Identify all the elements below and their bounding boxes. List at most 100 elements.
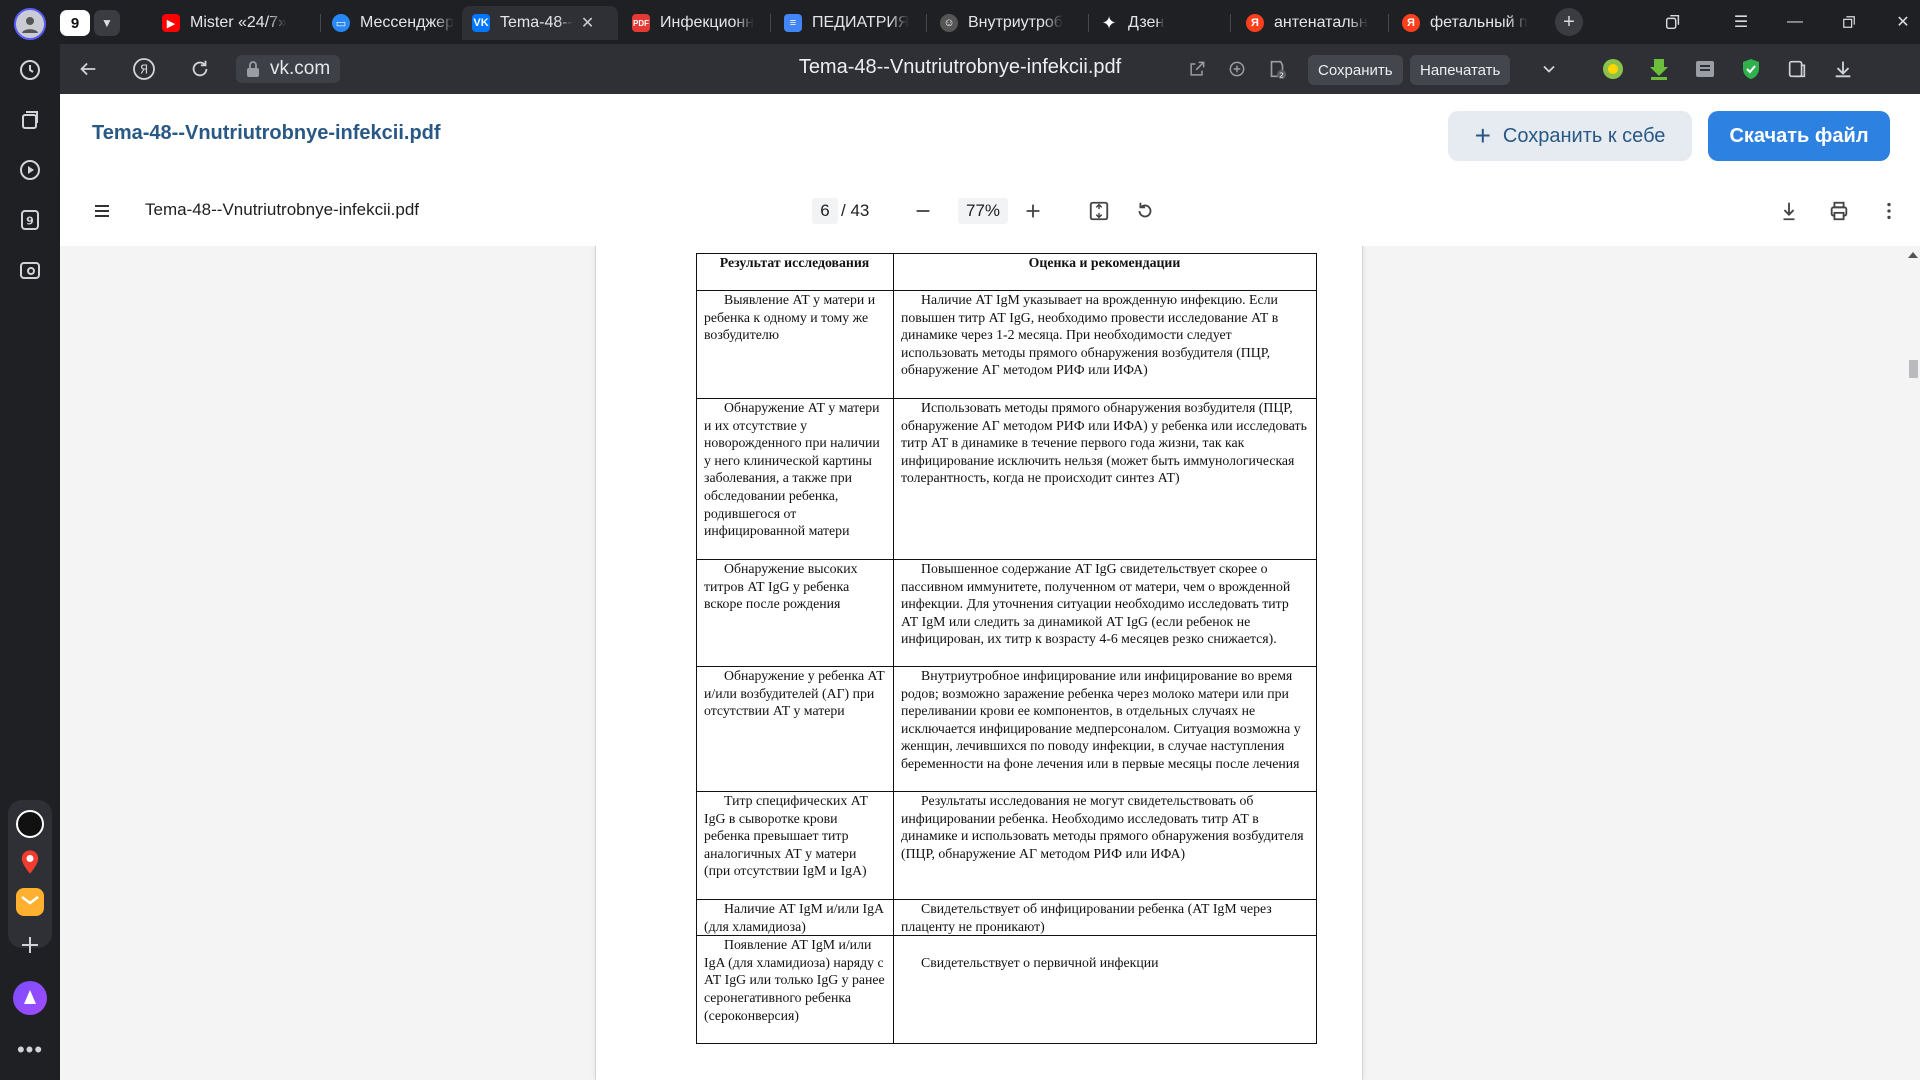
reader-mode-icon[interactable] — [1784, 56, 1810, 82]
result-cell: Обнаружение у ребенка АТ и/или возбудите… — [696, 666, 894, 792]
url-field[interactable]: vk.com — [236, 55, 341, 83]
table-row: Появление АТ IgM и/или IgA (для хламидио… — [696, 935, 1317, 1045]
table-row: Обнаружение АТ у матери и их отсутствие … — [696, 398, 1317, 560]
tab-divider — [926, 14, 927, 32]
site-icon: ☺ — [940, 14, 958, 32]
address-bar: Я vk.com Tema-48--Vnutriutrobnye-infekci… — [60, 44, 1920, 94]
reload-icon[interactable] — [184, 53, 216, 85]
zoom-level-input[interactable]: 77% — [958, 198, 1008, 224]
mail-icon[interactable] — [16, 888, 44, 916]
url-domain: vk.com — [270, 58, 331, 79]
table-row: Обнаружение у ребенка АТ и/или возбудите… — [696, 666, 1317, 792]
result-cell: Появление АТ IgM и/или IgA (для хламидио… — [696, 935, 894, 1045]
recommendation-cell: Повышенное содержание АТ IgG свидетельст… — [893, 559, 1317, 667]
maps-pin-icon[interactable] — [16, 848, 44, 876]
print-page-button[interactable]: Напечатать — [1410, 55, 1511, 85]
chevron-down-icon[interactable] — [1536, 56, 1562, 82]
print-icon[interactable] — [1826, 198, 1852, 224]
pdf-icon: PDF — [632, 14, 650, 32]
table-row: Титр специфических АТ IgG в сыворотке кр… — [696, 791, 1317, 900]
more-options-icon[interactable] — [1876, 198, 1902, 224]
profile-avatar[interactable] — [10, 4, 50, 44]
table-row: Выявление АТ у матери и ребенка к одному… — [696, 290, 1317, 399]
recommendation-cell: Внутриутробное инфицирование или инфицир… — [893, 666, 1317, 792]
protect-badge-icon[interactable]: 2 — [1264, 56, 1290, 82]
svg-text:2: 2 — [1279, 70, 1284, 79]
recommendation-cell: Свидетельствует о первичной инфекции — [893, 935, 1317, 1045]
save-button-label: Сохранить к себе — [1502, 124, 1666, 147]
downloads-icon[interactable] — [1830, 56, 1856, 82]
plus-icon: + — [1474, 120, 1491, 151]
recommendation-cell: Результаты исследования не могут свидете… — [893, 791, 1317, 900]
zoom-in-icon[interactable] — [1020, 198, 1046, 224]
close-tab-icon[interactable]: ✕ — [581, 13, 594, 33]
collections-icon[interactable] — [10, 100, 50, 140]
chevron-down-icon[interactable]: ▼ — [94, 10, 120, 36]
tab-mister[interactable]: ▶ Mister «24/7» — [152, 6, 342, 40]
screenshot-icon[interactable] — [10, 250, 50, 290]
download-manager-icon[interactable] — [1646, 56, 1672, 82]
pdf-file-name: Tema-48--Vnutriutrobnye-infekcii.pdf — [145, 200, 420, 219]
more-icon[interactable]: ••• — [10, 1030, 50, 1070]
tab-infection-pdf[interactable]: PDF Инфекционн — [622, 6, 768, 40]
tab-divider — [1088, 14, 1089, 32]
result-cell: Титр специфических АТ IgG в сыворотке кр… — [696, 791, 894, 900]
restore-window-icon[interactable] — [1832, 8, 1866, 36]
recommendation-cell: Наличие АТ IgM указывает на врожденную и… — [893, 290, 1317, 399]
tab-fetal[interactable]: Я фетальный п — [1392, 6, 1542, 40]
share-icon[interactable] — [1184, 56, 1210, 82]
alice-app-icon[interactable] — [16, 810, 44, 838]
download-file-button[interactable]: Скачать файл — [1708, 111, 1890, 161]
tabs-count-icon[interactable]: 9 — [10, 200, 50, 240]
shield-icon[interactable] — [1738, 56, 1764, 82]
page-total: / 43 — [841, 201, 870, 220]
page-number-input[interactable]: 6 — [812, 198, 838, 224]
tab-counter[interactable]: 9 ▼ — [60, 8, 120, 38]
recommendation-cell: Использовать методы прямого обнаружения … — [893, 398, 1317, 560]
extension-tools-icon[interactable] — [1692, 56, 1718, 82]
close-window-icon[interactable]: ✕ — [1886, 8, 1920, 36]
add-app-icon[interactable] — [10, 925, 50, 965]
tab-divider — [770, 14, 771, 32]
save-page-button[interactable]: Сохранить — [1308, 55, 1403, 85]
alice-assistant-icon[interactable] — [10, 978, 50, 1018]
tab-dzen[interactable]: ✦ Дзен — [1090, 6, 1230, 40]
pdf-page: Результат исследования Оценка и рекоменд… — [596, 246, 1362, 1080]
fit-to-page-icon[interactable] — [1086, 198, 1112, 224]
page-title: Tema-48--Vnutriutrobnye-infekcii.pdf — [798, 56, 1122, 78]
minimize-icon[interactable]: — — [1778, 8, 1812, 36]
download-icon[interactable] — [1776, 198, 1802, 224]
svg-text:9: 9 — [26, 215, 34, 228]
avatar-icon — [14, 8, 46, 40]
vertical-scrollbar[interactable] — [1905, 246, 1920, 1080]
google-docs-icon: ≡ — [784, 14, 802, 32]
menu-icon[interactable]: ☰ — [1724, 8, 1758, 36]
back-arrow-icon[interactable] — [72, 53, 104, 85]
scrollbar-thumb[interactable] — [1909, 360, 1918, 378]
pdf-document-area[interactable]: Результат исследования Оценка и рекоменд… — [60, 246, 1905, 1080]
scroll-up-arrow-icon[interactable] — [1908, 252, 1918, 258]
yandex-home-icon[interactable]: Я — [128, 53, 160, 85]
lock-icon — [247, 61, 259, 77]
tab-antenatal[interactable]: Я антенатальн — [1236, 6, 1386, 40]
tab-intrauterine[interactable]: ☺ Внутриутроб — [930, 6, 1086, 40]
tab-collections-icon[interactable] — [1656, 8, 1690, 36]
tab-pediatrics-doc[interactable]: ≡ ПЕДИАТРИЯ — [774, 6, 924, 40]
hamburger-menu-icon[interactable] — [90, 199, 114, 223]
result-cell: Выявление АТ у матери и ребенка к одному… — [696, 290, 894, 399]
tab-vk-active[interactable]: VK Tema-48-- ✕ — [462, 6, 618, 40]
history-icon[interactable] — [10, 50, 50, 90]
table-header-row: Результат исследования Оценка и рекоменд… — [696, 253, 1317, 291]
browser-sidebar: 9 ••• — [0, 0, 60, 1080]
column-header-result: Результат исследования — [696, 253, 894, 291]
tab-divider — [1388, 14, 1389, 32]
youtube-icon: ▶ — [162, 14, 180, 32]
new-tab-button[interactable]: + — [1555, 8, 1583, 36]
translate-icon[interactable] — [1224, 56, 1250, 82]
extension-green-icon[interactable] — [1600, 56, 1626, 82]
rotate-icon[interactable] — [1132, 198, 1158, 224]
result-cell: Наличие АТ IgM и/или IgA (для хламидиоза… — [696, 898, 894, 937]
video-play-icon[interactable] — [10, 150, 50, 190]
zoom-out-icon[interactable] — [910, 198, 936, 224]
save-to-my-docs-button[interactable]: + Сохранить к себе — [1448, 111, 1692, 161]
